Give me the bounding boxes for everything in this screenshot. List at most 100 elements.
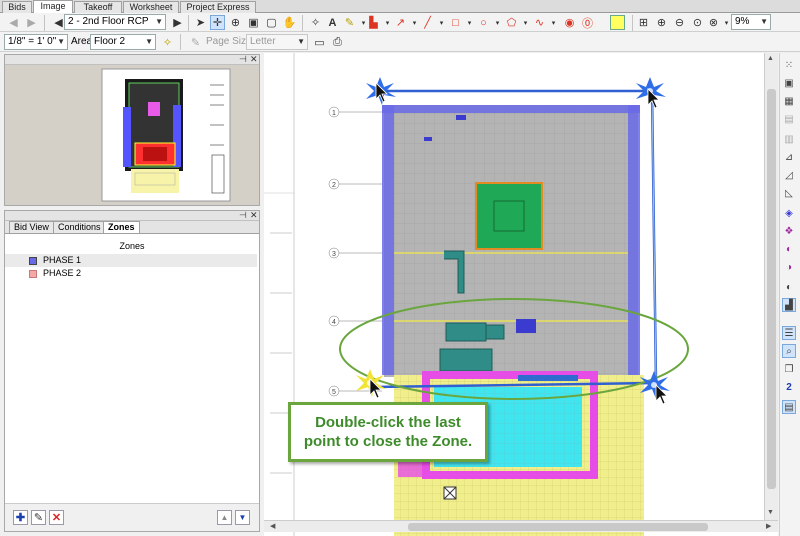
print-icon[interactable]: ⎙ [330,35,345,50]
next-page-icon[interactable]: ▶ [170,15,185,30]
grid-icon[interactable]: ▦ [782,94,796,108]
zones-panel: ⊣ ✕ Bid View Conditions Zones Zones PHAS… [4,210,260,532]
add-zone-icon[interactable]: ✚ [13,510,28,525]
back-icon[interactable]: ◀ [6,15,21,30]
zoom-level-value: 9% [735,16,750,27]
callout-tool-icon[interactable]: ◉ [562,15,577,30]
phase1-wall-top [382,105,640,113]
zoom-actual-icon[interactable]: ⊙ [690,15,705,30]
tab-image[interactable]: Image [33,0,73,14]
layer-icon[interactable]: ▣ [782,76,796,90]
tab-project-express[interactable]: Project Express [180,1,256,13]
pointer-icon[interactable]: ➤ [193,15,208,30]
measure-icon[interactable]: ⊿ [782,150,796,164]
polygon-tool-icon[interactable]: ⬠ [504,15,519,30]
close-icon[interactable]: ✕ [250,211,258,220]
scroll-up-icon[interactable]: ▲ [767,55,774,62]
page-size-label: Page Size [206,36,252,47]
cloud-tool-icon[interactable]: ⓪ [580,15,595,30]
zoom-window-icon[interactable]: ▢ [264,15,279,30]
area-select[interactable]: Floor 2 ▼ [90,34,156,50]
horizontal-scrollbar[interactable]: ◀ ▶ [264,520,778,532]
highlight-area-icon[interactable]: ◑ [782,260,796,274]
area-wand-icon[interactable]: ✧ [160,35,175,50]
line-tool-icon[interactable]: ╱ [420,15,435,30]
pan-hand-icon[interactable]: ✋ [282,15,297,30]
move-down-icon[interactable]: ▼ [235,510,250,525]
rectangle-tool-icon[interactable]: □ [448,15,463,30]
angle-icon[interactable]: ◺ [782,186,796,200]
tab-bid-view[interactable]: Bid View [9,221,54,233]
copy-icon[interactable]: ❐ [782,362,796,376]
zoom-in-icon[interactable]: ⊕ [654,15,669,30]
arrow-tool-icon[interactable]: ↗ [393,15,408,30]
contrast-icon[interactable]: ◐ [782,280,796,294]
drawing-canvas[interactable]: 1 2 3 4 5 [264,53,778,536]
slope-icon[interactable]: ◿ [782,168,796,182]
scale-select[interactable]: 1/8" = 1' 0" ▼ [4,34,68,50]
zones-panel-titlebar [5,211,259,221]
pin-icon[interactable]: ⊣ [239,211,247,220]
page-selector-value: 2 - 2nd Floor RCP [68,16,149,27]
move-up-icon[interactable]: ▲ [217,510,232,525]
page-size-icon[interactable]: ✎ [188,35,203,50]
list-view-icon[interactable]: ☰ [782,326,796,340]
horizontal-scroll-thumb[interactable] [408,523,708,531]
chevron-down-icon[interactable]: ▾ [490,15,505,30]
tab-worksheet[interactable]: Worksheet [123,1,179,13]
tab-zones[interactable]: Zones [103,221,140,233]
text-tool-icon[interactable]: A [325,15,340,30]
thumbnail-panel-titlebar [5,55,259,65]
tab-bids[interactable]: Bids [2,1,32,13]
vertical-scrollbar[interactable]: ▲ ▼ [764,53,778,520]
page-thumbnail[interactable] [5,65,259,205]
close-icon[interactable]: ✕ [250,55,258,64]
typical-area-icon[interactable]: ❖ [782,224,796,238]
forward-icon[interactable]: ▶ [24,15,39,30]
chevron-down-icon[interactable]: ▾ [518,15,533,30]
freehand-tool-icon[interactable]: ∿ [532,15,547,30]
page-number-icon[interactable]: 2 [782,380,796,394]
zones-header: Zones [119,241,145,251]
zone-name: PHASE 1 [43,255,82,265]
grid-label-3: 3 [332,251,336,258]
zone-tool-icon[interactable]: ◈ [782,206,796,220]
scroll-left-icon[interactable]: ◀ [270,523,278,531]
page-size-select[interactable]: Letter ▼ [246,34,308,50]
zoom-level-select[interactable]: 9% ▼ [731,14,771,30]
tab-takeoff[interactable]: Takeoff [74,1,122,13]
zoom-out-icon[interactable]: ⊖ [672,15,687,30]
crosshair-icon[interactable]: ✛ [210,15,225,30]
split-icon[interactable]: ▤ [782,112,796,126]
snap-icon[interactable]: ⁙ [782,58,796,72]
ruler-icon[interactable]: ▥ [782,132,796,146]
chevron-down-icon[interactable]: ▾ [462,15,477,30]
page-selector[interactable]: 2 - 2nd Floor RCP ▼ [64,14,166,30]
zoom-page-icon[interactable]: ▣ [246,15,261,30]
mask-icon[interactable]: ◐ [782,242,796,256]
pin-icon[interactable]: ⊣ [239,55,247,64]
highlighter-icon[interactable]: ✎ [342,15,357,30]
new-page-icon[interactable]: ▭ [312,35,327,50]
scroll-right-icon[interactable]: ▶ [766,523,774,531]
stamp-icon[interactable]: ▙ [366,15,381,30]
ellipse-tool-icon[interactable]: ○ [476,15,491,30]
green-room [475,182,543,250]
chevron-down-icon[interactable]: ▾ [434,15,449,30]
delete-zone-icon[interactable]: ✕ [49,510,64,525]
tab-conditions[interactable]: Conditions [53,221,106,233]
edit-zone-icon[interactable]: ✎ [31,510,46,525]
scroll-down-icon[interactable]: ▼ [767,509,774,516]
zone-row-phase1[interactable]: PHASE 1 [5,254,257,267]
highlight-color-icon[interactable] [610,15,625,30]
zoom-icon[interactable]: ⊕ [228,15,243,30]
toolbar-secondary: 1/8" = 1' 0" ▼ Area Floor 2 ▼ ✧ ✎ Page S… [0,32,800,52]
legend-icon[interactable]: ▤ [782,400,796,414]
chevron-down-icon[interactable]: ▾ [546,15,561,30]
overlay-icon[interactable]: ▟ [782,298,796,312]
vertical-scroll-thumb[interactable] [767,89,776,489]
magic-wand-icon[interactable]: ✧ [308,15,323,30]
zone-row-phase2[interactable]: PHASE 2 [5,267,257,280]
search-icon[interactable]: ⌕ [782,344,796,358]
zoom-fit-icon[interactable]: ⊞ [636,15,651,30]
